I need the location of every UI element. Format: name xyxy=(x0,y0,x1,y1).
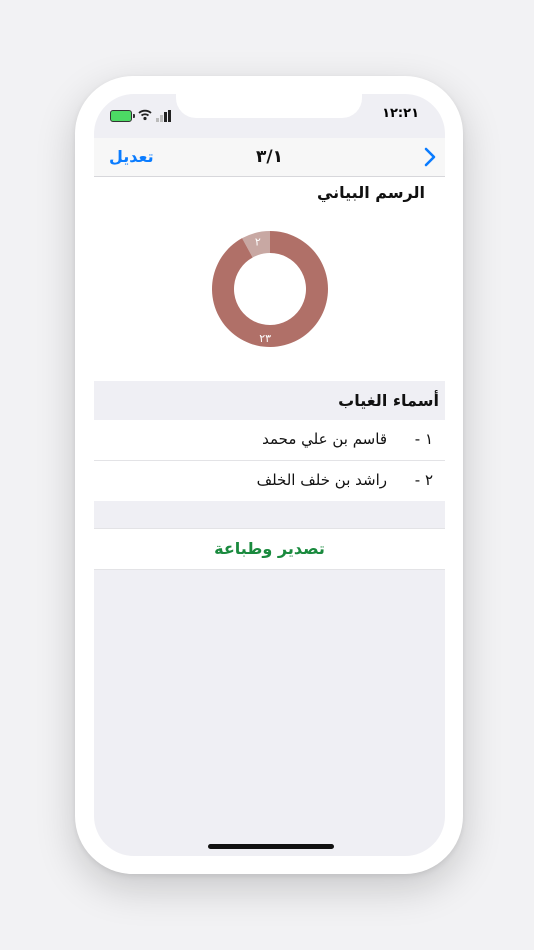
chevron-right-icon[interactable] xyxy=(423,147,437,167)
list-item-name: راشد بن خلف الخلف xyxy=(256,471,387,489)
donut-label-1: ٢٣ xyxy=(259,332,271,345)
donut-slice-1 xyxy=(212,231,328,347)
list-item-number: ٢ - xyxy=(414,471,433,489)
app-screen: ١٢:٢١ تعديل ٣/١ الرسم البياني ٢ ٢٣ أسماء … xyxy=(94,94,445,856)
wifi-icon xyxy=(138,109,152,121)
list-item[interactable]: ٢ - راشد بن خلف الخلف xyxy=(94,461,445,501)
home-indicator xyxy=(208,844,334,849)
absences-title: أسماء الغياب xyxy=(338,391,439,410)
list-item[interactable]: ١ - قاسم بن علي محمد xyxy=(94,420,445,461)
list-item-name: قاسم بن علي محمد xyxy=(262,430,387,448)
export-print-button[interactable]: تصدير وطباعة xyxy=(94,528,445,570)
navigation-bar: تعديل ٣/١ xyxy=(94,138,445,177)
chart-section: الرسم البياني ٢ ٢٣ xyxy=(94,177,445,381)
donut-label-0: ٢ xyxy=(255,236,261,249)
absences-header: أسماء الغياب xyxy=(94,382,445,420)
absences-list: ١ - قاسم بن علي محمد ٢ - راشد بن خلف الخ… xyxy=(94,420,445,501)
device-notch xyxy=(176,94,362,118)
list-item-number: ١ - xyxy=(414,430,433,448)
status-time: ١٢:٢١ xyxy=(382,106,419,121)
battery-charging-icon xyxy=(110,110,135,122)
chart-title: الرسم البياني xyxy=(316,183,425,202)
page-title: ٣/١ xyxy=(256,147,283,167)
donut-chart: ٢ ٢٣ xyxy=(212,231,328,347)
signal-icon xyxy=(156,110,171,122)
